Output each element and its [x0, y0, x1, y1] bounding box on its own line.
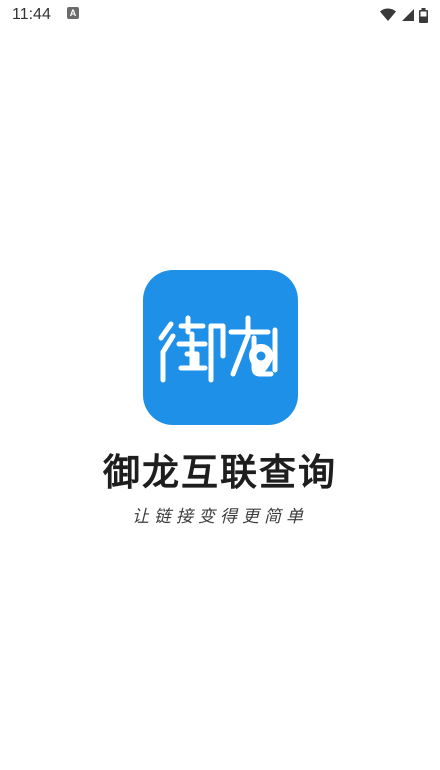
signal-icon [401, 8, 415, 22]
wifi-icon [379, 8, 397, 22]
app-slogan: 让链接变得更简单 [132, 507, 308, 527]
status-icons [379, 7, 428, 23]
status-time: 11:44 [12, 6, 51, 23]
notification-icon: A [67, 7, 79, 19]
app-name: 御龙互联查询 [103, 451, 337, 494]
status-bar: 11:44 A [0, 0, 440, 30]
yulong-logo-icon [158, 315, 278, 383]
battery-icon [419, 7, 428, 23]
app-logo [143, 270, 298, 425]
